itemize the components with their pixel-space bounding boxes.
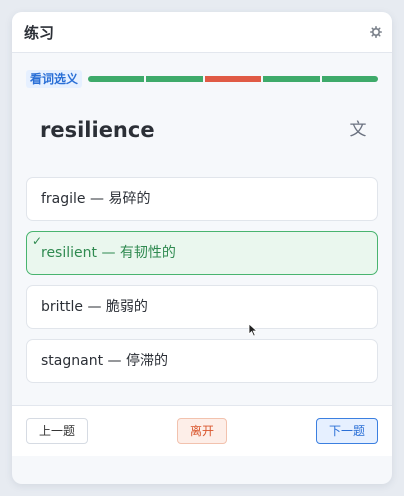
answer-option[interactable]: brittle — 脆弱的 [26, 285, 378, 329]
check-icon: ✓ [32, 234, 43, 248]
quiz-mode-badge: 看词选义 [26, 70, 83, 88]
progress-segment-correct [146, 76, 203, 82]
leave-button[interactable]: 离开 [177, 418, 227, 444]
progress-bar [88, 76, 379, 82]
translate-icon[interactable]: 文 [346, 118, 370, 142]
answer-option-text: brittle — 脆弱的 [41, 299, 148, 315]
answer-options: fragile — 易碎的 ✓ resilient — 有韧性的 brittle — … [26, 177, 378, 393]
answer-option-text: fragile — 易碎的 [41, 191, 151, 207]
answer-option-correct[interactable]: ✓ resilient — 有韧性的 [26, 231, 378, 275]
gear-icon[interactable] [370, 26, 382, 38]
progress-segment-correct [321, 76, 379, 82]
window-title: 练习 [24, 24, 55, 42]
progress-segment-correct [88, 76, 145, 82]
mouse-cursor-icon [248, 323, 258, 337]
progress-segment-correct [263, 76, 320, 82]
answer-option-text: stagnant — 停滞的 [41, 353, 168, 369]
progress-segment-wrong [204, 76, 262, 82]
window-header: 练习 [12, 12, 392, 53]
next-question-button[interactable]: 下一题 [316, 418, 378, 444]
answer-option[interactable]: fragile — 易碎的 [26, 177, 378, 221]
quiz-word: resilience [40, 118, 155, 142]
answer-option-text: resilient — 有韧性的 [41, 245, 176, 261]
practice-window: 练习 看词选义 resilience 文 fragile — 易碎的 ✓ resil… [12, 12, 392, 484]
navigation-footer: 上一题 离开 下一题 [12, 405, 392, 456]
answer-option[interactable]: stagnant — 停滞的 [26, 339, 378, 383]
previous-question-button[interactable]: 上一题 [26, 418, 88, 444]
